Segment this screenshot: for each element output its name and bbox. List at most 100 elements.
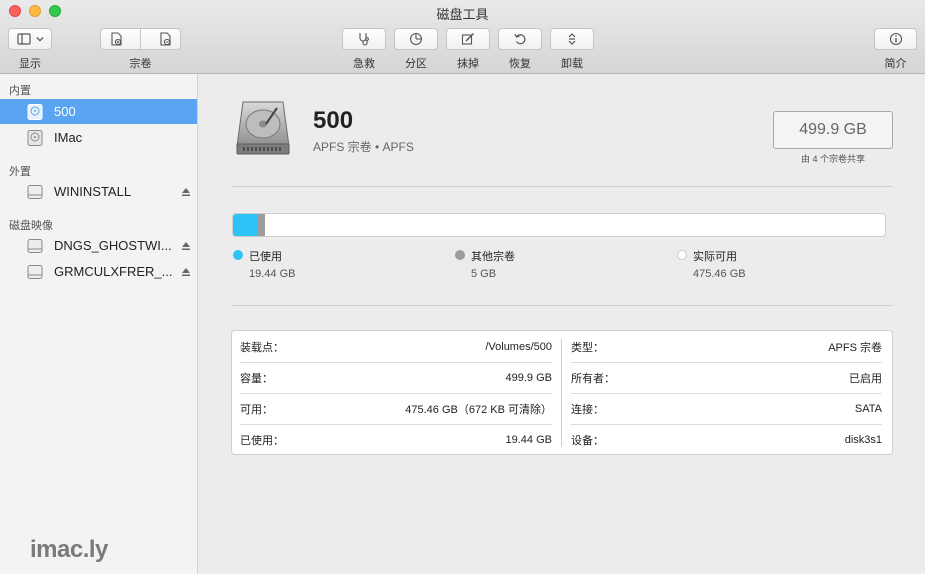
legend-other-dot: [455, 250, 465, 260]
toolbar: 磁盘工具 显示 宗卷 急救 分区 抹掉 恢复 卸载 简介: [0, 0, 925, 74]
volume-label: 宗卷: [129, 58, 152, 70]
section-title-internal: 内置: [9, 85, 31, 97]
sidebar: 内置 500 IMac 外置 WININSTALL 磁盘映像 DNGS_GHOS…: [0, 74, 198, 574]
usage-bar-used-segment: [233, 214, 258, 236]
external-disk-icon: [27, 184, 43, 199]
sidebar-item-label: DNGS_GHOSTWI...: [54, 238, 172, 253]
partition-label: 分区: [405, 58, 427, 70]
unmount-icon: [568, 33, 576, 45]
column-divider: [561, 339, 562, 447]
info-key: 装载点：: [240, 341, 284, 354]
segment-divider: [139, 29, 141, 49]
sidebar-item-grmculxfrer[interactable]: GRMCULXFRER_...: [0, 259, 197, 284]
legend-free-value: 475.46 GB: [693, 268, 746, 280]
legend-other-value: 5 GB: [471, 268, 497, 280]
display-button[interactable]: [8, 28, 52, 50]
divider: [231, 305, 893, 306]
disk-image-icon: [27, 264, 43, 279]
sidebar-item-label: GRMCULXFRER_...: [54, 264, 173, 279]
info-table: 装载点： /Volumes/500 容量： 499.9 GB 可用： 475.4…: [231, 330, 893, 455]
volume-icon: [27, 103, 43, 120]
info-key: 设备：: [571, 434, 604, 447]
info-column-right: 类型： APFS 宗卷 所有者： 已启用 连接： SATA 设备： disk3s…: [563, 331, 893, 454]
info-value: 19.44 GB: [505, 433, 552, 446]
info-row-used: 已使用： 19.44 GB: [240, 424, 552, 455]
legend-other-label: 其他宗卷: [471, 251, 515, 263]
display-label: 显示: [19, 58, 41, 70]
info-key: 所有者：: [571, 372, 615, 385]
info-row-device: 设备： disk3s1: [571, 424, 882, 455]
info-button[interactable]: [874, 28, 917, 50]
restore-button[interactable]: [498, 28, 542, 50]
legend-free-dot: [677, 250, 687, 260]
info-key: 类型：: [571, 341, 604, 354]
info-value: SATA: [854, 402, 882, 415]
sidebar-item-label: WININSTALL: [54, 184, 132, 199]
info-value: APFS 宗卷: [828, 341, 882, 354]
restore-arrow-icon: [514, 33, 526, 45]
unmount-button[interactable]: [550, 28, 594, 50]
info-column-left: 装载点： /Volumes/500 容量： 499.9 GB 可用： 475.4…: [232, 331, 562, 454]
sidebar-item-500[interactable]: 500: [0, 99, 197, 124]
section-title-disk-images: 磁盘映像: [9, 220, 53, 232]
divider: [231, 186, 893, 187]
info-row-capacity: 容量： 499.9 GB: [240, 362, 552, 393]
erase-label: 抹掉: [457, 58, 479, 70]
info-row-type: 类型： APFS 宗卷: [571, 331, 882, 362]
legend-used-value: 19.44 GB: [249, 268, 296, 280]
eject-icon[interactable]: [181, 241, 191, 251]
window-title: 磁盘工具: [436, 7, 489, 22]
sidebar-item-imac[interactable]: IMac: [0, 125, 197, 150]
usage-bar-other-segment: [258, 214, 265, 236]
info-row-mount-point: 装载点： /Volumes/500: [240, 331, 552, 362]
info-value: 已启用: [849, 372, 882, 385]
restore-label: 恢复: [509, 58, 531, 70]
info-row-connection: 连接： SATA: [571, 393, 882, 424]
sidebar-item-label: IMac: [54, 130, 83, 145]
main-panel: 500 APFS 宗卷 • APFS 499.9 GB 由 4 个宗卷共享 已使…: [199, 74, 925, 574]
disk-name: 500: [313, 107, 354, 134]
info-key: 容量：: [240, 372, 273, 385]
info-key: 连接：: [571, 403, 604, 416]
sidebar-item-dngs-ghostwi[interactable]: DNGS_GHOSTWI...: [0, 233, 197, 258]
usage-bar: [232, 213, 886, 237]
info-value: 475.46 GB（672 KB 可清除）: [405, 403, 552, 416]
legend-free-label: 实际可用: [693, 251, 737, 263]
chevron-down-icon: [35, 36, 44, 42]
first-aid-button[interactable]: [342, 28, 386, 50]
remove-volume-icon[interactable]: [158, 32, 172, 46]
eject-icon[interactable]: [181, 267, 191, 277]
hard-disk-icon: [236, 101, 290, 155]
info-value: 499.9 GB: [505, 371, 552, 384]
volume-segmented-control: [100, 28, 181, 50]
sidebar-item-wininstall[interactable]: WININSTALL: [0, 179, 197, 204]
disk-image-icon: [27, 238, 43, 253]
section-title-external: 外置: [9, 166, 31, 178]
stethoscope-icon: [359, 33, 369, 46]
info-key: 可用：: [240, 403, 273, 416]
capacity-note: 由 4 个宗卷共享: [800, 154, 865, 164]
pie-partition-icon: [409, 32, 423, 46]
disk-utility-window: 磁盘工具 显示 宗卷 急救 分区 抹掉 恢复 卸载 简介 内置 500 IMac…: [0, 0, 925, 574]
info-icon: [889, 32, 902, 46]
info-value: /Volumes/500: [485, 340, 552, 353]
internal-disk-icon: [27, 129, 43, 146]
info-key: 已使用：: [240, 434, 284, 447]
eject-icon[interactable]: [181, 187, 191, 197]
disk-subtitle: APFS 宗卷 • APFS: [313, 140, 414, 154]
info-row-available: 可用： 475.46 GB（672 KB 可清除）: [240, 393, 552, 424]
sidebar-toggle-icon: [16, 33, 31, 45]
legend-used-label: 已使用: [249, 251, 282, 263]
info-row-owners: 所有者： 已启用: [571, 362, 882, 393]
erase-pencil-icon: [461, 33, 474, 45]
first-aid-label: 急救: [353, 58, 375, 70]
info-value: disk3s1: [844, 433, 882, 446]
erase-button[interactable]: [446, 28, 490, 50]
info-label: 简介: [884, 58, 907, 70]
capacity-box: 499.9 GB: [773, 111, 893, 149]
partition-button[interactable]: [394, 28, 438, 50]
legend-used-dot: [233, 250, 243, 260]
add-volume-icon[interactable]: [109, 32, 123, 46]
watermark-logo: imac.ly: [30, 536, 108, 563]
sidebar-item-label: 500: [54, 104, 76, 119]
